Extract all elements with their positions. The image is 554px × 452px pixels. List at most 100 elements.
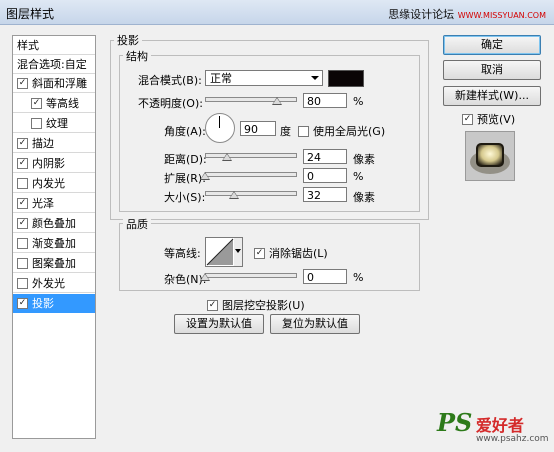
checkbox-icon[interactable]: [17, 257, 28, 269]
spread-slider-track[interactable]: [205, 172, 297, 177]
checkbox-icon: [298, 125, 309, 137]
noise-unit: %: [353, 271, 364, 284]
style-item-label: 描边: [32, 137, 54, 150]
ps-logo-url: www.psahz.com: [476, 434, 549, 444]
opacity-slider-track[interactable]: [205, 97, 297, 102]
checkbox-icon[interactable]: [31, 117, 42, 129]
new-style-button[interactable]: 新建样式(W)...: [443, 86, 541, 106]
angle-dial-needle: [219, 116, 220, 128]
style-item[interactable]: 图案叠加: [13, 254, 95, 273]
preview-label: 预览(V): [477, 113, 516, 126]
distance-input[interactable]: 24: [303, 149, 347, 164]
style-item[interactable]: ✓ 光泽: [13, 194, 95, 213]
size-input[interactable]: 32: [303, 187, 347, 202]
size-slider-thumb[interactable]: [228, 191, 239, 199]
make-default-button[interactable]: 设置为默认值: [174, 314, 264, 334]
angle-input[interactable]: 90: [240, 121, 276, 136]
blend-mode-select[interactable]: 正常: [205, 70, 323, 86]
checkbox-icon[interactable]: ✓: [17, 137, 28, 149]
ps-logo: PS 爱好者: [437, 408, 524, 437]
opacity-input[interactable]: 80: [303, 93, 347, 108]
blend-options-item[interactable]: 混合选项:自定: [13, 55, 95, 74]
spread-slider-thumb[interactable]: [200, 172, 210, 180]
style-item-label: 颜色叠加: [32, 217, 76, 230]
reset-default-button[interactable]: 复位为默认值: [270, 314, 360, 334]
checkbox-icon[interactable]: ✓: [17, 297, 28, 309]
checkbox-icon[interactable]: ✓: [17, 77, 28, 89]
style-item[interactable]: ✓ 颜色叠加: [13, 214, 95, 233]
checkbox-icon: ✓: [207, 299, 218, 311]
checkbox-icon[interactable]: [17, 177, 28, 189]
style-item-label: 内发光: [32, 177, 65, 190]
watermark: 思缘设计论坛 WWW.MISSYUAN.COM: [388, 6, 546, 22]
style-item[interactable]: ✓ 等高线: [13, 94, 95, 113]
style-item[interactable]: ✓ 斜面和浮雕: [13, 74, 95, 93]
checkbox-icon: ✓: [254, 247, 265, 259]
noise-slider-track[interactable]: [205, 273, 297, 278]
checkbox-icon[interactable]: ✓: [17, 157, 28, 169]
style-item[interactable]: ✓ 内阴影: [13, 154, 95, 173]
structure-title: 结构: [123, 48, 151, 64]
angle-dial[interactable]: [205, 113, 235, 143]
shadow-color-swatch[interactable]: [328, 70, 364, 87]
styles-list: 样式 混合选项:自定 ✓ 斜面和浮雕 ✓ 等高线纹理 ✓ 描边 ✓ 内阴影内发光 ✓ 光泽 ✓ 颜色叠…: [12, 35, 96, 439]
contour-dropdown[interactable]: [234, 237, 243, 267]
style-item-label: 斜面和浮雕: [32, 77, 87, 90]
style-item-label: 投影: [32, 297, 54, 310]
checkbox-icon[interactable]: ✓: [17, 197, 28, 209]
ok-button[interactable]: 确定: [443, 35, 541, 55]
style-item[interactable]: 渐变叠加: [13, 234, 95, 253]
checkbox-icon[interactable]: [17, 277, 28, 289]
knockout-checkbox[interactable]: ✓ 图层挖空投影(U): [207, 297, 305, 313]
style-item-label: 纹理: [46, 117, 68, 130]
checkbox-icon[interactable]: [17, 237, 28, 249]
distance-label: 距离(D):: [164, 153, 207, 166]
window-title: 图层样式: [6, 7, 55, 21]
checkbox-icon[interactable]: ✓: [31, 97, 42, 109]
contour-preview[interactable]: [205, 237, 235, 267]
noise-input[interactable]: 0: [303, 269, 347, 284]
watermark-url: WWW.MISSYUAN.COM: [457, 11, 546, 20]
drop-shadow-title: 投影: [114, 32, 142, 48]
antialias-checkbox[interactable]: ✓ 消除锯齿(L): [254, 245, 328, 261]
distance-slider-thumb[interactable]: [221, 153, 232, 161]
opacity-label: 不透明度(O):: [138, 97, 203, 110]
style-item-label: 内阴影: [32, 157, 65, 170]
contour-label: 等高线:: [164, 247, 201, 260]
style-item[interactable]: ✓ 投影: [13, 294, 95, 313]
global-light-checkbox[interactable]: 使用全局光(G): [298, 123, 385, 139]
distance-unit: 像素: [353, 153, 375, 166]
style-preview-thumbnail: [465, 131, 515, 181]
size-slider-track[interactable]: [205, 191, 297, 196]
blend-mode-label: 混合模式(B):: [138, 74, 202, 87]
style-item[interactable]: 外发光: [13, 274, 95, 293]
distance-slider-track[interactable]: [205, 153, 297, 158]
styles-header[interactable]: 样式: [13, 36, 95, 55]
cancel-button[interactable]: 取消: [443, 60, 541, 80]
style-item-label: 外发光: [32, 277, 65, 290]
quality-title: 品质: [123, 216, 151, 232]
blend-mode-value: 正常: [210, 72, 232, 85]
style-item[interactable]: 纹理: [13, 114, 95, 133]
style-item[interactable]: 内发光: [13, 174, 95, 193]
angle-label: 角度(A):: [164, 125, 206, 138]
ps-logo-text: 爱好者: [475, 416, 524, 435]
checkbox-icon: ✓: [462, 113, 473, 125]
style-item-label: 等高线: [46, 97, 79, 110]
global-light-label: 使用全局光(G): [313, 125, 386, 138]
opacity-slider-thumb[interactable]: [272, 97, 282, 105]
style-item[interactable]: ✓ 描边: [13, 134, 95, 153]
size-label: 大小(S):: [164, 191, 206, 204]
watermark-cn: 思缘设计论坛: [388, 8, 455, 21]
preview-swatch-image: [466, 132, 514, 180]
antialias-label: 消除锯齿(L): [269, 247, 328, 260]
noise-slider-thumb[interactable]: [200, 273, 210, 281]
checkbox-icon[interactable]: ✓: [17, 217, 28, 229]
style-item-label: 光泽: [32, 197, 54, 210]
preview-checkbox[interactable]: ✓ 预览(V): [462, 111, 515, 127]
spread-input[interactable]: 0: [303, 168, 347, 183]
style-item-label: 渐变叠加: [32, 237, 76, 250]
knockout-label: 图层挖空投影(U): [222, 299, 305, 312]
chevron-down-icon: [311, 76, 319, 80]
title-bar: 图层样式 思缘设计论坛 WWW.MISSYUAN.COM: [0, 0, 554, 25]
